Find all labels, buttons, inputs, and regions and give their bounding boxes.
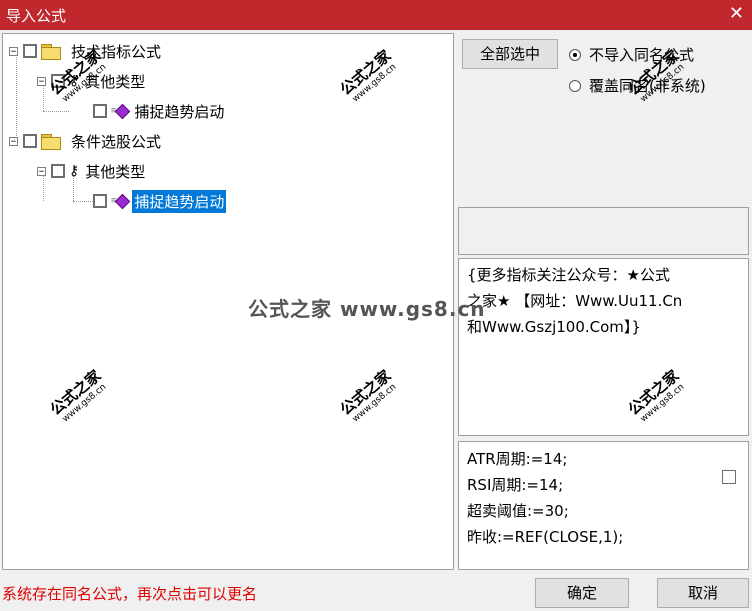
center-watermark: 公式之家 www.gs8.cn xyxy=(248,297,486,321)
params-checkbox[interactable] xyxy=(722,470,736,484)
key-icon: ⚷ xyxy=(69,73,79,89)
folder-icon xyxy=(41,133,61,150)
tree-label[interactable]: 条件选股公式 xyxy=(69,130,163,153)
tree-item-technical-formula[interactable]: ≡ 捕捉趋势启动 xyxy=(93,100,226,122)
checkbox[interactable] xyxy=(51,164,65,178)
collapse-icon[interactable]: − xyxy=(37,166,46,176)
tree-label[interactable]: 技术指标公式 xyxy=(69,40,163,63)
checkbox[interactable] xyxy=(23,134,37,148)
radio-overwrite[interactable]: 覆盖同名(非系统) xyxy=(569,75,706,96)
collapse-icon[interactable]: − xyxy=(37,76,46,86)
key-icon: ⚷ xyxy=(69,163,79,179)
tree-label-selected[interactable]: 捕捉趋势启动 xyxy=(132,189,227,213)
tree-node-screener-other[interactable]: − ⚷ 其他类型 xyxy=(37,160,147,182)
radio-skip-duplicates[interactable]: 不导入同名公式 xyxy=(569,44,694,65)
title-bar: 导入公式 ✕ xyxy=(0,0,752,30)
empty-field xyxy=(458,207,749,255)
tree-label[interactable]: 其他类型 xyxy=(83,160,147,183)
status-message: 系统存在同名公式，再次点击可以更名 xyxy=(2,585,258,603)
tree-node-technical-other[interactable]: − ⚷ 其他类型 xyxy=(37,70,147,92)
ok-button[interactable]: 确定 xyxy=(535,578,629,608)
collapse-icon[interactable]: − xyxy=(9,46,18,56)
checkbox[interactable] xyxy=(51,74,65,88)
param-line: 超卖阈值:=30; xyxy=(467,502,569,520)
radio-label: 不导入同名公式 xyxy=(589,46,695,64)
collapse-icon[interactable]: − xyxy=(9,136,18,146)
formula-gem-icon: ≡ xyxy=(111,193,131,209)
params-panel: ATR周期:=14; RSI周期:=14; 超卖阈值:=30; 昨收:=REF(… xyxy=(458,441,749,570)
select-all-button[interactable]: 全部选中 xyxy=(462,39,558,69)
checkbox[interactable] xyxy=(23,44,37,58)
description-line: 之家★ 【网址：Www.Uu11.Cn xyxy=(467,292,683,310)
radio-icon[interactable] xyxy=(569,79,581,92)
checkbox[interactable] xyxy=(93,104,107,118)
tree-node-screener[interactable]: − 条件选股公式 xyxy=(9,130,163,152)
radio-selected-icon[interactable] xyxy=(569,48,581,61)
description-line: {更多指标关注公众号：★公式 xyxy=(467,266,670,284)
tree-item-screener-formula[interactable]: ≡ 捕捉趋势启动 xyxy=(93,189,227,213)
param-line: 昨收:=REF(CLOSE,1); xyxy=(467,528,624,546)
close-icon[interactable]: ✕ xyxy=(729,3,744,24)
param-line: RSI周期:=14; xyxy=(467,476,564,494)
tree-label[interactable]: 其他类型 xyxy=(83,70,147,93)
tree-label[interactable]: 捕捉趋势启动 xyxy=(132,100,226,123)
description-line: 和Www.Gszj100.Com】} xyxy=(467,318,641,336)
tree-node-technical[interactable]: − 技术指标公式 xyxy=(9,40,163,62)
radio-label: 覆盖同名(非系统) xyxy=(589,77,706,95)
description-panel: {更多指标关注公众号：★公式 之家★ 【网址：Www.Uu11.Cn 和Www.… xyxy=(458,258,749,436)
param-line: ATR周期:=14; xyxy=(467,450,568,468)
folder-icon xyxy=(41,43,61,60)
checkbox[interactable] xyxy=(93,194,107,208)
cancel-button[interactable]: 取消 xyxy=(657,578,749,608)
window-title: 导入公式 xyxy=(6,7,67,25)
formula-gem-icon: ≡ xyxy=(111,103,131,119)
